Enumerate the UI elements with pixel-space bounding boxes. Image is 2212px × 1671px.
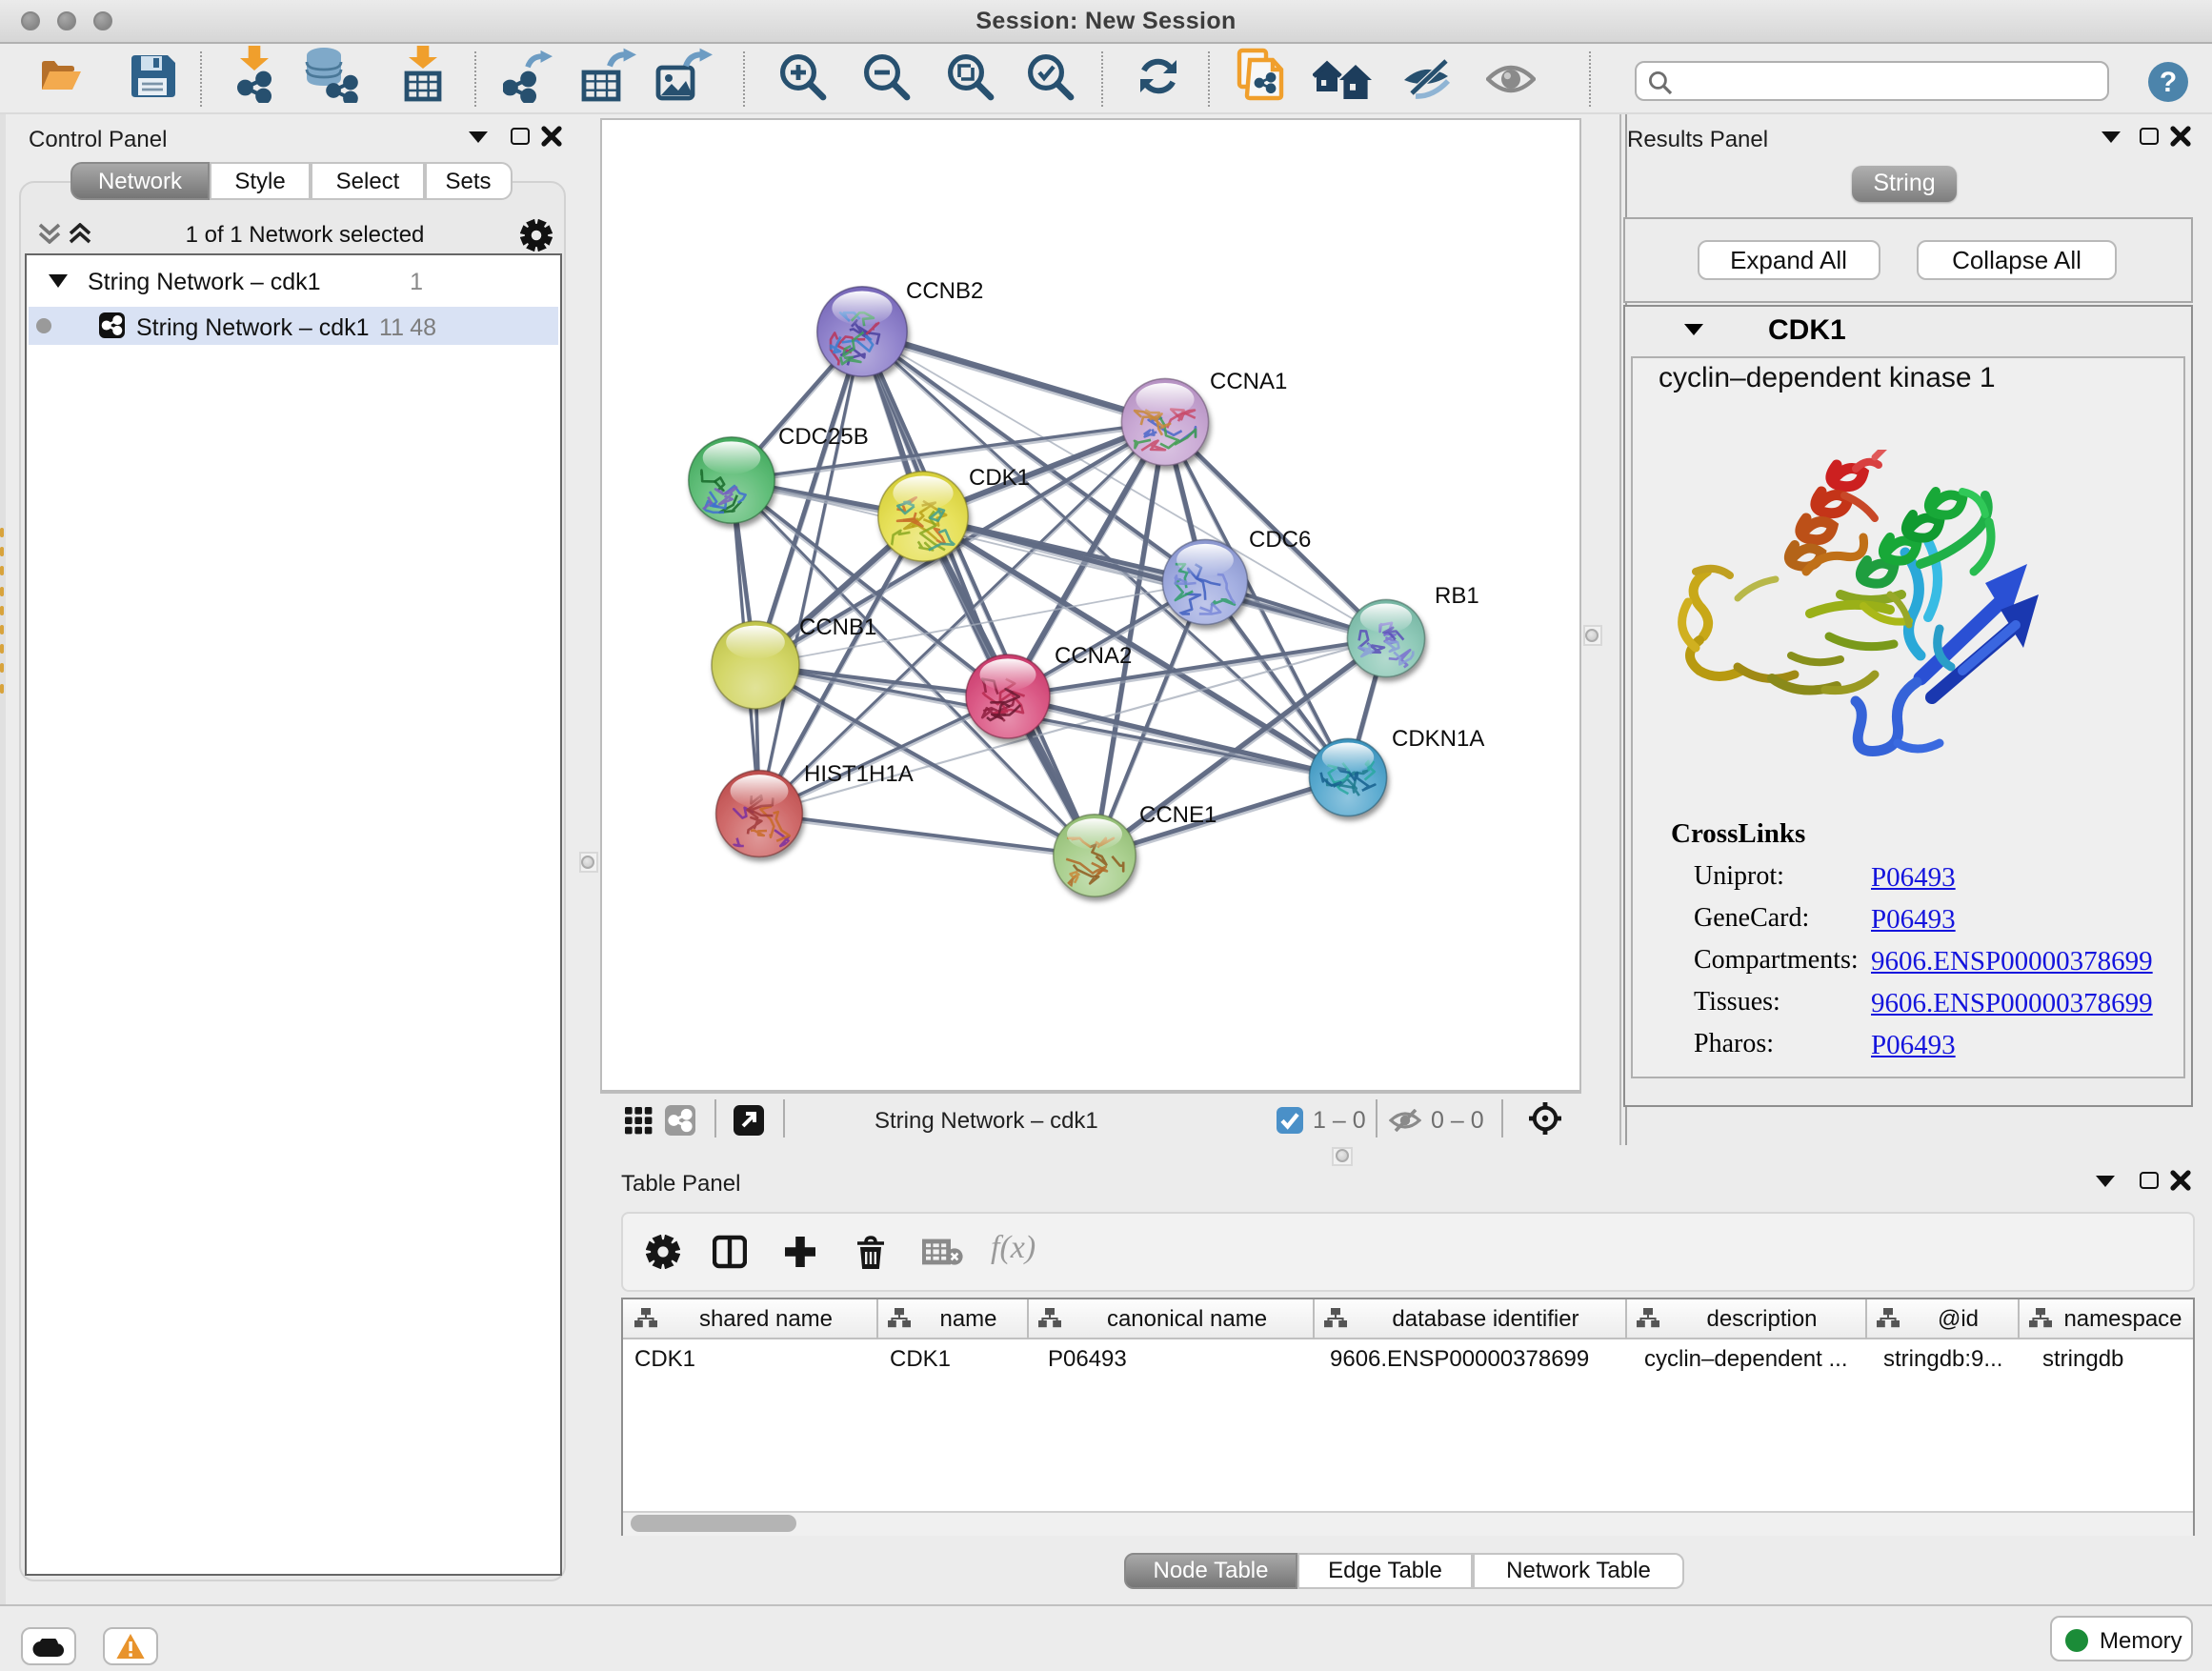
svg-text:CDC25B: CDC25B bbox=[777, 424, 868, 450]
svg-text:CDK1: CDK1 bbox=[968, 465, 1029, 491]
svg-text:CCNA1: CCNA1 bbox=[1209, 369, 1286, 394]
svg-text:RB1: RB1 bbox=[1434, 583, 1478, 609]
svg-text:CDC6: CDC6 bbox=[1248, 527, 1310, 553]
svg-text:HIST1H1A: HIST1H1A bbox=[803, 761, 913, 787]
svg-text:CCNA2: CCNA2 bbox=[1054, 643, 1131, 669]
svg-text:CCNB1: CCNB1 bbox=[798, 614, 875, 640]
svg-text:CDKN1A: CDKN1A bbox=[1391, 726, 1483, 752]
svg-text:CCNB2: CCNB2 bbox=[905, 278, 982, 304]
svg-text:?: ? bbox=[2160, 67, 2177, 98]
svg-text:CCNE1: CCNE1 bbox=[1138, 802, 1216, 828]
